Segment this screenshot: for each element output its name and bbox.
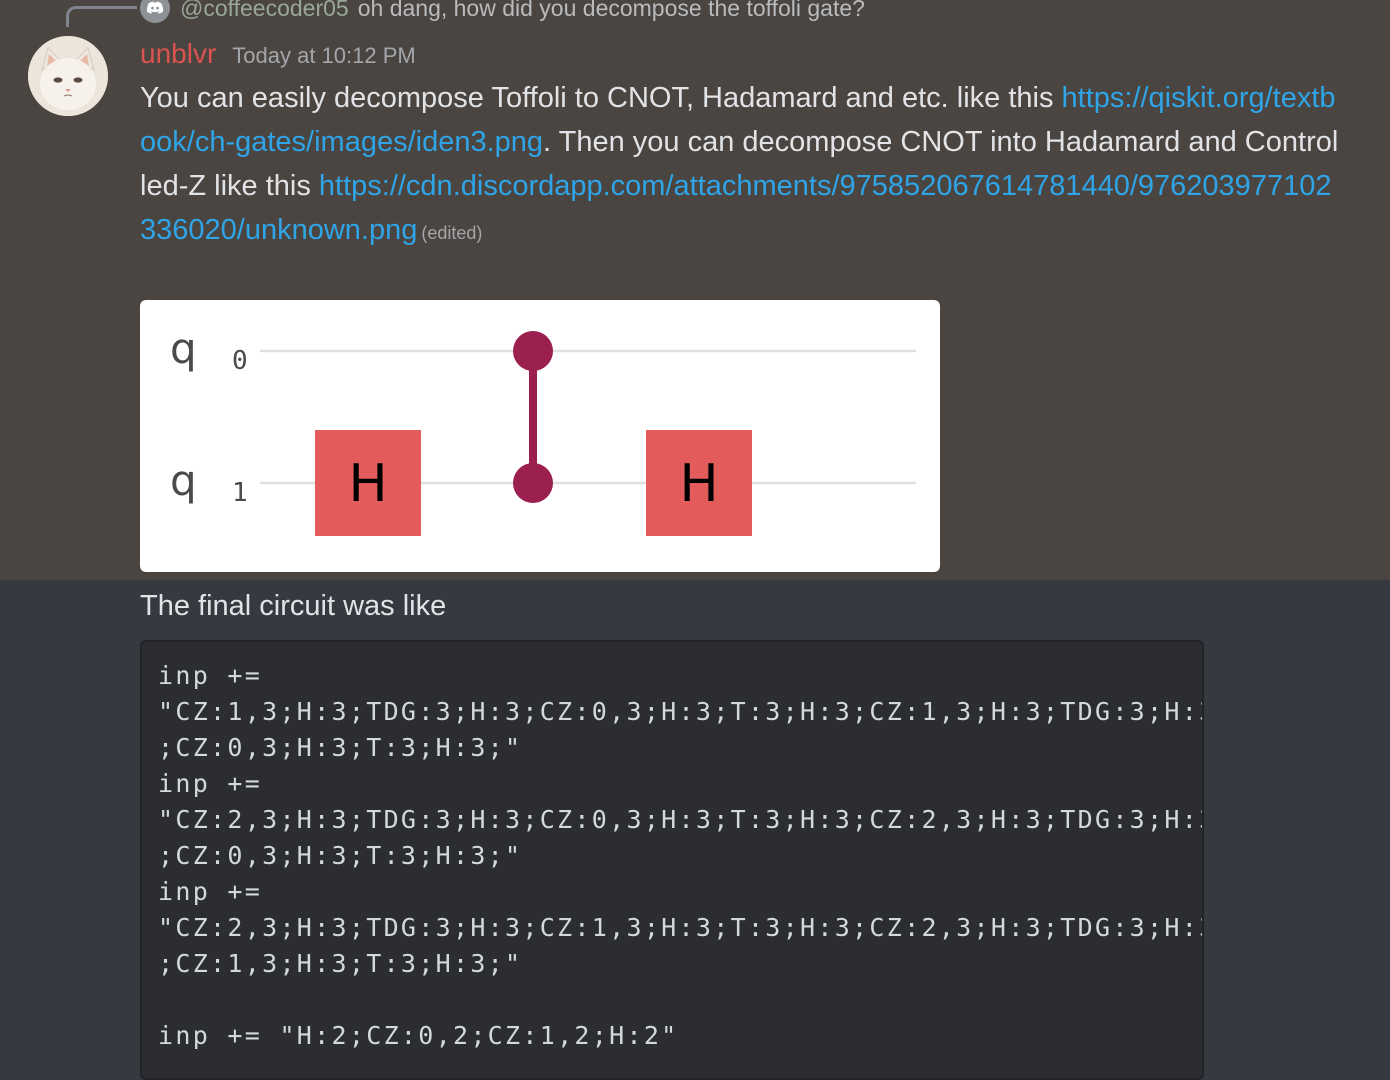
code-line: inp += <box>158 661 263 690</box>
user-avatar[interactable] <box>28 36 108 116</box>
gate-label: H <box>348 454 387 514</box>
edited-indicator: (edited) <box>421 223 483 243</box>
image-attachment[interactable]: q 0 q 1 H H <box>140 300 940 572</box>
reply-text[interactable]: oh dang, how did you decompose the toffo… <box>358 0 865 22</box>
reply-author[interactable]: @coffeecoder05 <box>180 0 349 22</box>
reply-preview[interactable]: @coffeecoder05 oh dang, how did you deco… <box>140 0 865 23</box>
control-dot <box>513 331 553 371</box>
code-line: "CZ:1,3;H:3;TDG:3;H:3;CZ:0,3;H:3;T:3;H:3… <box>158 697 1204 726</box>
code-block[interactable]: inp += "CZ:1,3;H:3;TDG:3;H:3;CZ:0,3;H:3;… <box>140 640 1204 1080</box>
cat-avatar-icon <box>28 36 108 116</box>
username[interactable]: unblvr <box>140 36 216 72</box>
followup-message-text: The final circuit was like <box>140 590 447 622</box>
reply-connector-line <box>66 6 137 27</box>
code-line: ;CZ:0,3;H:3;T:3;H:3;" <box>158 841 523 870</box>
gate-label: H <box>679 454 718 514</box>
quantum-circuit-image: q 0 q 1 H H <box>170 324 916 536</box>
code-line: "CZ:2,3;H:3;TDG:3;H:3;CZ:0,3;H:3;T:3;H:3… <box>158 805 1204 834</box>
code-line: inp += <box>158 769 263 798</box>
code-line: inp += "H:2;CZ:0,2;CZ:1,2;H:2" <box>158 1021 679 1050</box>
code-content: inp += "CZ:1,3;H:3;TDG:3;H:3;CZ:0,3;H:3;… <box>158 658 1202 1054</box>
message-content: You can easily decompose Toffoli to CNOT… <box>140 76 1340 255</box>
qubit-label-letter: q <box>170 324 197 373</box>
code-line: "CZ:2,3;H:3;TDG:3;H:3;CZ:1,3;H:3;T:3;H:3… <box>158 913 1204 942</box>
qubit-label-index: 0 <box>232 346 248 376</box>
discord-logo-icon <box>140 0 170 23</box>
timestamp[interactable]: Today at 10:12 PM <box>232 38 415 74</box>
qubit-label-index: 1 <box>232 478 248 508</box>
message-text: You can easily decompose Toffoli to CNOT… <box>140 82 1062 114</box>
message-header: unblvr Today at 10:12 PM <box>140 36 416 72</box>
code-line: ;CZ:1,3;H:3;T:3;H:3;" <box>158 949 523 978</box>
code-line: ;CZ:0,3;H:3;T:3;H:3;" <box>158 733 523 762</box>
code-line: inp += <box>158 877 263 906</box>
qubit-label-letter: q <box>170 456 197 505</box>
control-dot <box>513 463 553 503</box>
discord-attachment-link[interactable]: https://cdn.discordapp.com/attachments/9… <box>140 170 1331 246</box>
